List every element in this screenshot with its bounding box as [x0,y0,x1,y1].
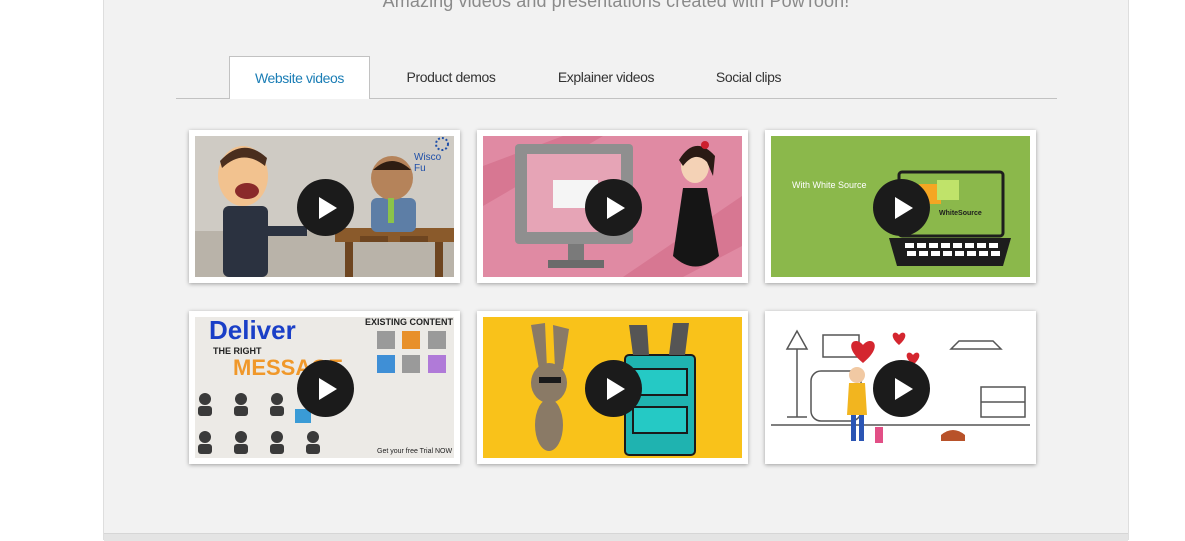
video-category-tabs: Website videos Product demos Explainer v… [176,56,1057,99]
video-thumbnail-5 [483,317,742,458]
video-thumbnail-1: Wisco Fu [195,136,454,277]
thumbnail-caption: With White Source [792,180,867,190]
video-thumbnail-4: Deliver THE RIGHT MESSAGE EXISTING CONTE… [195,317,454,458]
play-icon[interactable] [584,178,642,236]
thumbnail-badge: WhiteSource [939,210,982,217]
thumbnail-title: Deliver [209,317,296,345]
video-card-5[interactable] [477,311,748,464]
tab-explainer-videos[interactable]: Explainer videos [536,56,676,99]
thumbnail-footer: Get your free Trial NOW [377,448,453,455]
thumbnail-caption: Wisco Fu [414,152,442,174]
play-icon[interactable] [296,178,354,236]
section-tagline: Amazing videos and presentations created… [382,0,850,11]
video-card-1[interactable]: Wisco Fu [189,130,460,283]
video-card-4[interactable]: Deliver THE RIGHT MESSAGE EXISTING CONTE… [189,311,460,464]
play-icon[interactable] [872,178,930,236]
video-card-2[interactable] [477,130,748,283]
video-thumbnail-2 [483,136,742,277]
tab-website-videos[interactable]: Website videos [229,56,370,99]
video-thumbnail-3: With White Source WhiteSource [771,136,1030,277]
tab-social-clips[interactable]: Social clips [686,56,811,99]
play-icon[interactable] [872,359,930,417]
content-panel: Amazing videos and presentations created… [103,0,1129,541]
play-icon[interactable] [296,359,354,417]
video-card-3[interactable]: With White Source WhiteSource [765,130,1036,283]
video-thumbnail-6 [771,317,1030,458]
play-icon[interactable] [584,359,642,417]
video-card-6[interactable] [765,311,1036,464]
tab-product-demos[interactable]: Product demos [381,56,521,99]
thumbnail-side-heading: EXISTING CONTENT [365,317,454,327]
